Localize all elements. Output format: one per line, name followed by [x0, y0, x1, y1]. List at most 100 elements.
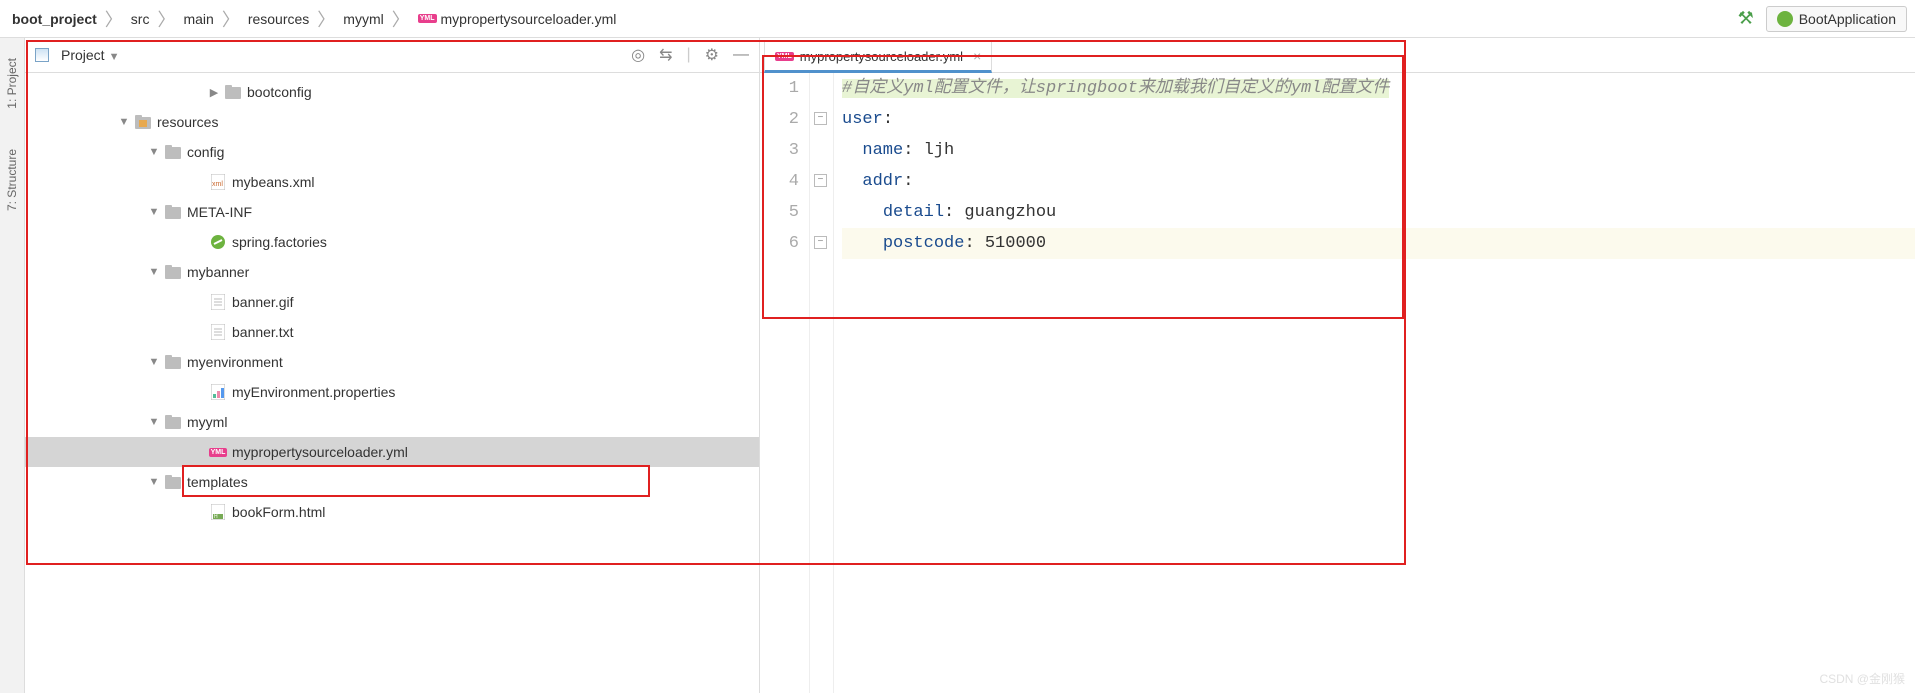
tree-item[interactable]: HbookForm.html	[25, 497, 759, 527]
chevron-down-icon[interactable]: ▼	[115, 116, 133, 128]
side-tool-tabs: 1: Project 7: Structure	[0, 38, 25, 693]
line-number: 5	[760, 197, 799, 228]
tree-item-label: mybeans.xml	[232, 174, 314, 190]
folder-icon	[163, 202, 183, 222]
folder-icon	[163, 262, 183, 282]
tree-item-label: config	[187, 144, 224, 160]
toolbar-right: ⚒ BootApplication	[1738, 6, 1907, 32]
tree-item[interactable]: spring.factories	[25, 227, 759, 257]
tree-item[interactable]: YMLmypropertysourceloader.yml	[25, 437, 759, 467]
gear-icon[interactable]: ⚙	[705, 45, 719, 65]
tree-item[interactable]: ▼templates	[25, 467, 759, 497]
side-tab-project[interactable]: 1: Project	[5, 58, 19, 109]
hide-icon[interactable]: —	[733, 46, 749, 64]
fold-toggle-icon[interactable]: −	[814, 174, 827, 187]
chevron-down-icon[interactable]: ▼	[145, 356, 163, 368]
project-panel: Project▼ ◎ ⇆ | ⚙ — ▶ bootconfig ▼ resources…	[25, 38, 760, 693]
line-number: 3	[760, 135, 799, 166]
collapse-icon[interactable]: ⇆	[659, 45, 672, 65]
yaml-value: ljh	[913, 141, 954, 160]
yaml-colon: :	[903, 141, 913, 160]
chevron-right-icon: 〉	[103, 6, 125, 32]
yaml-colon: :	[964, 234, 974, 253]
fold-toggle-icon[interactable]: −	[814, 112, 827, 125]
chevron-down-icon[interactable]: ▼	[145, 476, 163, 488]
chevron-down-icon[interactable]: ▼	[109, 51, 120, 63]
fold-gutter: − − −	[810, 73, 834, 693]
folder-icon	[163, 472, 183, 492]
yml-icon: YML	[208, 442, 228, 462]
chevron-down-icon[interactable]: ▼	[145, 146, 163, 158]
chevron-down-icon[interactable]: ▼	[145, 206, 163, 218]
divider: |	[687, 46, 691, 64]
line-number: 6	[760, 228, 799, 259]
breadcrumb-item[interactable]: resources	[244, 9, 313, 29]
project-panel-header: Project▼ ◎ ⇆ | ⚙ —	[25, 38, 759, 73]
breadcrumb-item[interactable]: myyml	[339, 9, 387, 29]
tree-item-label: resources	[157, 114, 218, 130]
line-gutter: 123456	[760, 73, 810, 693]
code-line[interactable]: #自定义yml配置文件，让springboot来加载我们自定义的yml配置文件	[842, 73, 1915, 104]
chevron-right-icon: 〉	[390, 6, 412, 32]
file-icon	[208, 322, 228, 342]
tree-item[interactable]: ▼META-INF	[25, 197, 759, 227]
yml-icon: YML	[775, 52, 794, 61]
tree-item-label: bookForm.html	[232, 504, 325, 520]
tree-item[interactable]: banner.txt	[25, 317, 759, 347]
fold-toggle-icon[interactable]: −	[814, 236, 827, 249]
close-tab-icon[interactable]: ×	[973, 48, 981, 64]
tree-item[interactable]: myEnvironment.properties	[25, 377, 759, 407]
chevron-right-icon[interactable]: ▶	[205, 86, 223, 99]
tree-item-label: spring.factories	[232, 234, 327, 250]
yaml-key: detail	[883, 203, 944, 222]
chevron-down-icon[interactable]: ▼	[145, 416, 163, 428]
breadcrumb-label: main	[183, 11, 213, 27]
code-line[interactable]: name: ljh	[842, 135, 1915, 166]
code-area[interactable]: #自定义yml配置文件，让springboot来加载我们自定义的yml配置文件u…	[834, 73, 1915, 693]
folder-icon	[163, 142, 183, 162]
tree-item-label: myenvironment	[187, 354, 283, 370]
tree-item-label: mybanner	[187, 264, 249, 280]
chevron-down-icon[interactable]: ▼	[145, 266, 163, 278]
code-line[interactable]: addr:	[842, 166, 1915, 197]
breadcrumb-label: resources	[248, 11, 309, 27]
yaml-colon: :	[883, 110, 893, 129]
locate-icon[interactable]: ◎	[631, 45, 645, 65]
editor-body[interactable]: 123456 − − − #自定义yml配置文件，让springboot来加载我们自…	[760, 73, 1915, 693]
breadcrumb-item[interactable]: src	[127, 9, 154, 29]
breadcrumb-item[interactable]: YMLmypropertysourceloader.yml	[414, 9, 621, 29]
breadcrumb-item[interactable]: boot_project	[8, 9, 101, 29]
yaml-key: user	[842, 110, 883, 129]
file-icon	[208, 292, 228, 312]
tree-item[interactable]: xmlmybeans.xml	[25, 167, 759, 197]
tree-item[interactable]: ▼ mybanner	[25, 257, 759, 287]
breadcrumb-item[interactable]: main	[179, 9, 217, 29]
yaml-value: guangzhou	[954, 203, 1056, 222]
code-line[interactable]: detail: guangzhou	[842, 197, 1915, 228]
tree-item[interactable]: ▶ bootconfig	[25, 77, 759, 107]
tree-item-label: bootconfig	[247, 84, 312, 100]
editor-tab-active[interactable]: YML mypropertysourceloader.yml ×	[764, 41, 992, 73]
code-line[interactable]: postcode: 510000	[842, 228, 1915, 259]
tree-item-label: myEnvironment.properties	[232, 384, 395, 400]
tree-item[interactable]: banner.gif	[25, 287, 759, 317]
tree-item[interactable]: ▼ resources	[25, 107, 759, 137]
line-number: 4	[760, 166, 799, 197]
resources-folder-icon	[133, 112, 153, 132]
tree-item-label: myyml	[187, 414, 227, 430]
run-config-selector[interactable]: BootApplication	[1766, 6, 1907, 32]
editor-panel: YML mypropertysourceloader.yml × 123456 …	[760, 38, 1915, 693]
chevron-right-icon: 〉	[220, 6, 242, 32]
tree-item[interactable]: ▼ myyml	[25, 407, 759, 437]
project-tree[interactable]: ▶ bootconfig ▼ resources ▼ config xmlmybeans.x…	[25, 73, 759, 693]
svg-text:H: H	[214, 514, 218, 520]
code-line[interactable]: user:	[842, 104, 1915, 135]
spring-file-icon	[208, 232, 228, 252]
breadcrumb-bar: boot_project〉src〉main〉resources〉myyml〉YM…	[0, 0, 1915, 38]
tree-item[interactable]: ▼ config	[25, 137, 759, 167]
tree-item-label: banner.gif	[232, 294, 294, 310]
side-tab-structure[interactable]: 7: Structure	[5, 149, 19, 211]
build-icon[interactable]: ⚒	[1738, 8, 1754, 29]
tree-item[interactable]: ▼ myenvironment	[25, 347, 759, 377]
project-tool-icon	[35, 48, 49, 62]
